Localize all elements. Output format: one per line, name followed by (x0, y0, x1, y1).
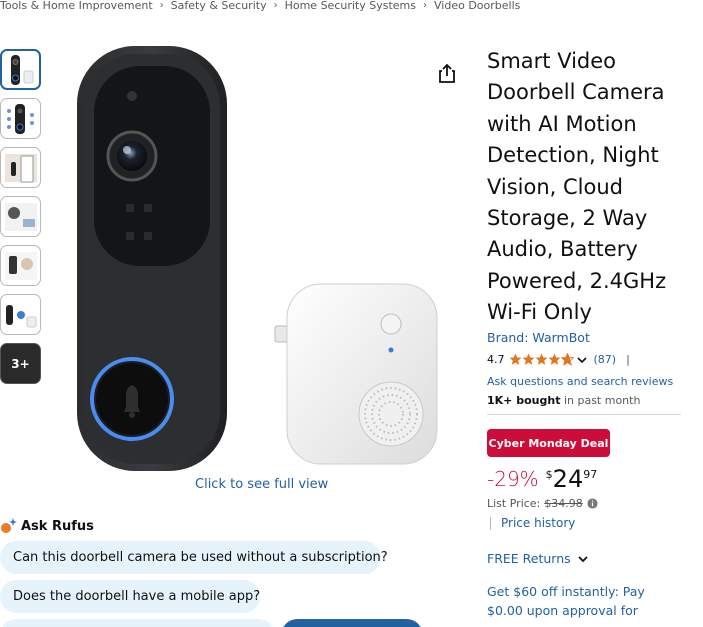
chime-setup-icon (5, 304, 36, 327)
breadcrumb: Tools & Home Improvement › Safety & Secu… (0, 0, 520, 13)
price-history-label: Price history (501, 516, 576, 530)
star-full-icon (509, 353, 521, 365)
star-full-icon (535, 353, 547, 365)
price-fraction: 97 (583, 468, 598, 481)
thumbnail-more-label: 3+ (11, 356, 30, 371)
breadcrumb-item-safety[interactable]: Safety & Security (171, 0, 267, 12)
doorbell-thumb-icon (10, 54, 33, 85)
rating-row: 4.7 (87) | (487, 353, 630, 366)
rufus-sparkle-icon (1, 518, 17, 533)
app-preview-icon (4, 251, 37, 280)
section-divider (487, 414, 681, 415)
bought-count-rest: in past month (560, 394, 641, 407)
price-row: -29% $ 24 97 (487, 462, 597, 494)
product-title: Smart Video Doorbell Camera with AI Moti… (487, 49, 667, 325)
thumbnail-4[interactable] (0, 196, 41, 237)
thumbnail-3[interactable] (0, 147, 41, 188)
breadcrumb-chevron-icon: › (423, 0, 427, 11)
main-product-image[interactable] (72, 44, 444, 474)
star-rating[interactable] (509, 353, 574, 366)
thumbnail-1[interactable] (0, 49, 41, 90)
full-view-link[interactable]: Click to see full view (195, 477, 328, 492)
rufus-title: Ask Rufus (21, 518, 94, 534)
info-icon[interactable] (587, 498, 598, 509)
price-whole: 24 (552, 465, 584, 493)
bought-count: 1K+ bought in past month (487, 394, 640, 407)
doorbell-product-image (77, 46, 438, 471)
rating-value: 4.7 (487, 353, 505, 366)
thumbnail-list: 3+ (0, 49, 42, 392)
night-vision-icon (4, 202, 37, 231)
thumbnail-6[interactable] (0, 294, 41, 335)
breadcrumb-item-tools[interactable]: Tools & Home Improvement (0, 0, 153, 12)
thumbnail-more[interactable]: 3+ (0, 343, 41, 384)
bought-count-bold: 1K+ bought (487, 394, 561, 407)
breadcrumb-chevron-icon: › (159, 0, 164, 11)
breadcrumb-chevron-icon: › (273, 0, 278, 11)
brand-link[interactable]: Brand: WarmBot (487, 330, 590, 345)
rufus-question-chip[interactable] (0, 619, 275, 627)
price-currency: $ (545, 468, 553, 481)
share-icon[interactable] (436, 61, 458, 85)
star-full-icon (548, 353, 560, 365)
review-count-link[interactable]: (87) (594, 353, 617, 366)
deal-badge: Cyber Monday Deal (487, 429, 610, 457)
list-price: List Price: $34.98 (487, 497, 598, 510)
doorbell-features-icon (6, 103, 34, 134)
rufus-question-chip[interactable]: Does the doorbell have a mobile app? (0, 580, 260, 613)
star-full-icon (522, 353, 534, 365)
list-price-value: $34.98 (544, 497, 583, 510)
credit-offer-link[interactable]: Get $60 off instantly: Pay $0.00 upon ap… (487, 582, 677, 620)
star-half-icon (560, 353, 574, 366)
rating-divider: | (626, 353, 630, 366)
discount-percent: -29% (487, 467, 539, 491)
chevron-down-icon[interactable] (576, 354, 588, 366)
ask-questions-link[interactable]: Ask questions and search reviews (487, 375, 673, 388)
price-history-link[interactable]: Price history (490, 516, 575, 530)
free-returns-label: FREE Returns (487, 551, 571, 566)
rufus-header: Ask Rufus (0, 517, 94, 535)
breadcrumb-item-video-doorbells[interactable]: Video Doorbells (434, 0, 520, 12)
list-price-label: List Price: (487, 497, 541, 510)
thumbnail-2[interactable] (0, 98, 41, 139)
breadcrumb-item-home-security[interactable]: Home Security Systems (285, 0, 416, 12)
door-scene-icon (4, 153, 37, 182)
thumbnail-5[interactable] (0, 245, 41, 286)
rufus-question-chip[interactable]: Can this doorbell camera be used without… (0, 541, 388, 574)
rufus-ask-button[interactable] (281, 619, 423, 627)
free-returns-link[interactable]: FREE Returns (487, 551, 589, 566)
chevron-down-icon (578, 555, 588, 562)
price-history-divider (490, 516, 491, 530)
